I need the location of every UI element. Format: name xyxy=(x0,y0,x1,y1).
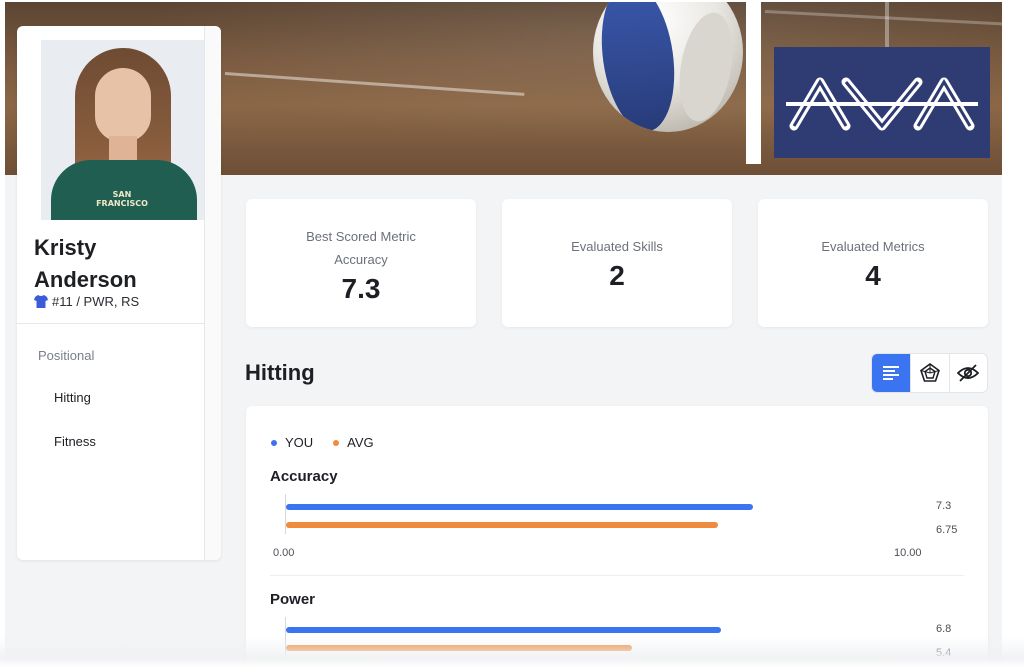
jersey-icon xyxy=(34,295,48,308)
ava-logo-mark xyxy=(786,77,978,130)
metric-axis-line xyxy=(285,617,286,657)
court-line xyxy=(764,10,1002,26)
stat-card-best-metric: Best Scored Metric Accuracy 7.3 xyxy=(246,199,476,327)
player-name: Kristy Anderson xyxy=(34,232,204,296)
bar-value-avg: 6.75 xyxy=(936,524,958,536)
court-line xyxy=(224,72,525,96)
view-toggle xyxy=(871,353,988,393)
nav-section-positional: Positional xyxy=(38,348,95,363)
radar-view-button[interactable] xyxy=(910,354,948,392)
bar-avg[interactable] xyxy=(286,645,632,651)
bar-you[interactable] xyxy=(286,627,722,633)
metric-separator xyxy=(270,575,964,576)
sidebar-item-hitting[interactable]: Hitting xyxy=(54,390,91,405)
list-view-button[interactable] xyxy=(872,354,911,392)
bar-avg[interactable] xyxy=(286,522,718,528)
legend-item-you[interactable]: YOU xyxy=(271,435,313,450)
volleyball-image xyxy=(593,2,743,132)
bar-you[interactable] xyxy=(286,504,754,510)
sidebar-item-fitness[interactable]: Fitness xyxy=(54,434,96,449)
player-profile-card: SAN FRANCISCO Kristy Anderson #11 / PWR,… xyxy=(17,26,221,560)
hide-button[interactable] xyxy=(948,354,987,392)
list-view-icon xyxy=(883,366,900,380)
stat-value: 7.3 xyxy=(341,273,381,304)
player-last-name: Anderson xyxy=(34,267,137,292)
legend-label-you: YOU xyxy=(285,435,314,450)
player-number-position: #11 / PWR, RS xyxy=(52,294,140,309)
bar-value-you: 7.3 xyxy=(936,500,952,512)
profile-divider xyxy=(17,323,204,324)
app-frame: SAN FRANCISCO Kristy Anderson #11 / PWR,… xyxy=(5,2,1002,664)
metric-title: Accuracy xyxy=(270,468,338,485)
player-meta: #11 / PWR, RS xyxy=(34,294,139,309)
metrics-chart: YOU AVG Accuracy 7.3 6.75 0.00 10.00 Power 6.8… xyxy=(246,406,988,664)
bar-value-avg: 5.4 xyxy=(936,647,952,659)
stat-label: Evaluated Metrics xyxy=(821,239,925,254)
x-tick-max: 10.00 xyxy=(894,547,922,559)
player-first-name: Kristy xyxy=(34,235,97,260)
metric-title: Power xyxy=(270,591,316,608)
stat-value: 4 xyxy=(865,260,881,291)
hide-icon xyxy=(957,364,980,382)
sidebar-scroll-rail[interactable] xyxy=(204,26,221,560)
legend-item-avg[interactable]: AVG xyxy=(333,435,374,450)
x-tick-min: 0.00 xyxy=(273,547,295,559)
chart-legend: YOU AVG xyxy=(271,435,374,450)
ava-logo xyxy=(774,47,990,158)
legend-label-avg: AVG xyxy=(347,435,374,450)
legend-dot-avg xyxy=(333,439,340,446)
metric-axis-line xyxy=(285,494,286,534)
stat-label: Best Scored Metric xyxy=(306,229,416,244)
radar-view-icon xyxy=(920,363,940,382)
player-photo: SAN FRANCISCO xyxy=(41,40,204,220)
stat-sublabel: Accuracy xyxy=(334,252,388,267)
stat-value: 2 xyxy=(609,260,625,291)
photo-jersey-text: SAN FRANCISCO xyxy=(96,190,148,208)
stat-card-evaluated-metrics: Evaluated Metrics 4 xyxy=(758,199,988,327)
section-title: Hitting xyxy=(245,360,315,385)
bar-value-you: 6.8 xyxy=(936,623,952,635)
legend-dot-you xyxy=(271,439,277,446)
net-pole xyxy=(746,2,761,164)
stat-card-evaluated-skills: Evaluated Skills 2 xyxy=(502,199,732,327)
stat-label: Evaluated Skills xyxy=(571,239,663,254)
